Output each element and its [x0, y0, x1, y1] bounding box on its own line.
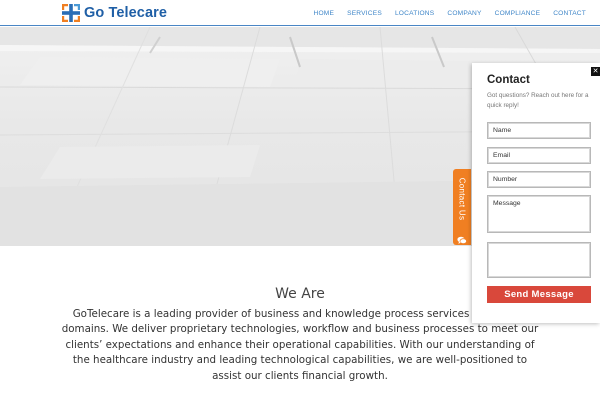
close-icon[interactable]: ✕ [591, 67, 600, 76]
email-field[interactable] [487, 147, 591, 164]
nav-services[interactable]: SERVICES [347, 10, 382, 17]
contact-panel-title: Contact [487, 74, 530, 86]
message-field[interactable] [487, 195, 591, 233]
nav-contact[interactable]: CONTACT [553, 10, 586, 17]
nav-locations[interactable]: LOCATIONS [395, 10, 434, 17]
nav-compliance[interactable]: COMPLIANCE [495, 10, 541, 17]
main-nav: HOME SERVICES LOCATIONS COMPANY COMPLIAN… [301, 0, 586, 26]
contact-panel-subtitle: Got questions? Reach out here for a quic… [487, 92, 589, 109]
nav-company[interactable]: COMPANY [447, 10, 481, 17]
send-message-button[interactable]: Send Message [487, 286, 591, 303]
cross-arrows-logo-icon [62, 4, 80, 22]
logo[interactable]: Go Telecare [62, 3, 167, 23]
brand-name: Go Telecare [84, 5, 168, 21]
nav-home[interactable]: HOME [314, 10, 335, 17]
number-field[interactable] [487, 171, 591, 188]
chat-bubble-icon [457, 230, 468, 249]
site-header: Go Telecare HOME SERVICES LOCATIONS COMP… [0, 0, 600, 26]
captcha-box[interactable] [487, 242, 591, 278]
contact-us-tab[interactable]: Contact Us [453, 169, 471, 245]
contact-us-tab-label: Contact Us [457, 177, 467, 221]
about-text: GoTelecare is a leading provider of busi… [61, 308, 539, 382]
name-field[interactable] [487, 122, 591, 139]
contact-panel: ✕ Contact Got questions? Reach out here … [472, 63, 600, 323]
